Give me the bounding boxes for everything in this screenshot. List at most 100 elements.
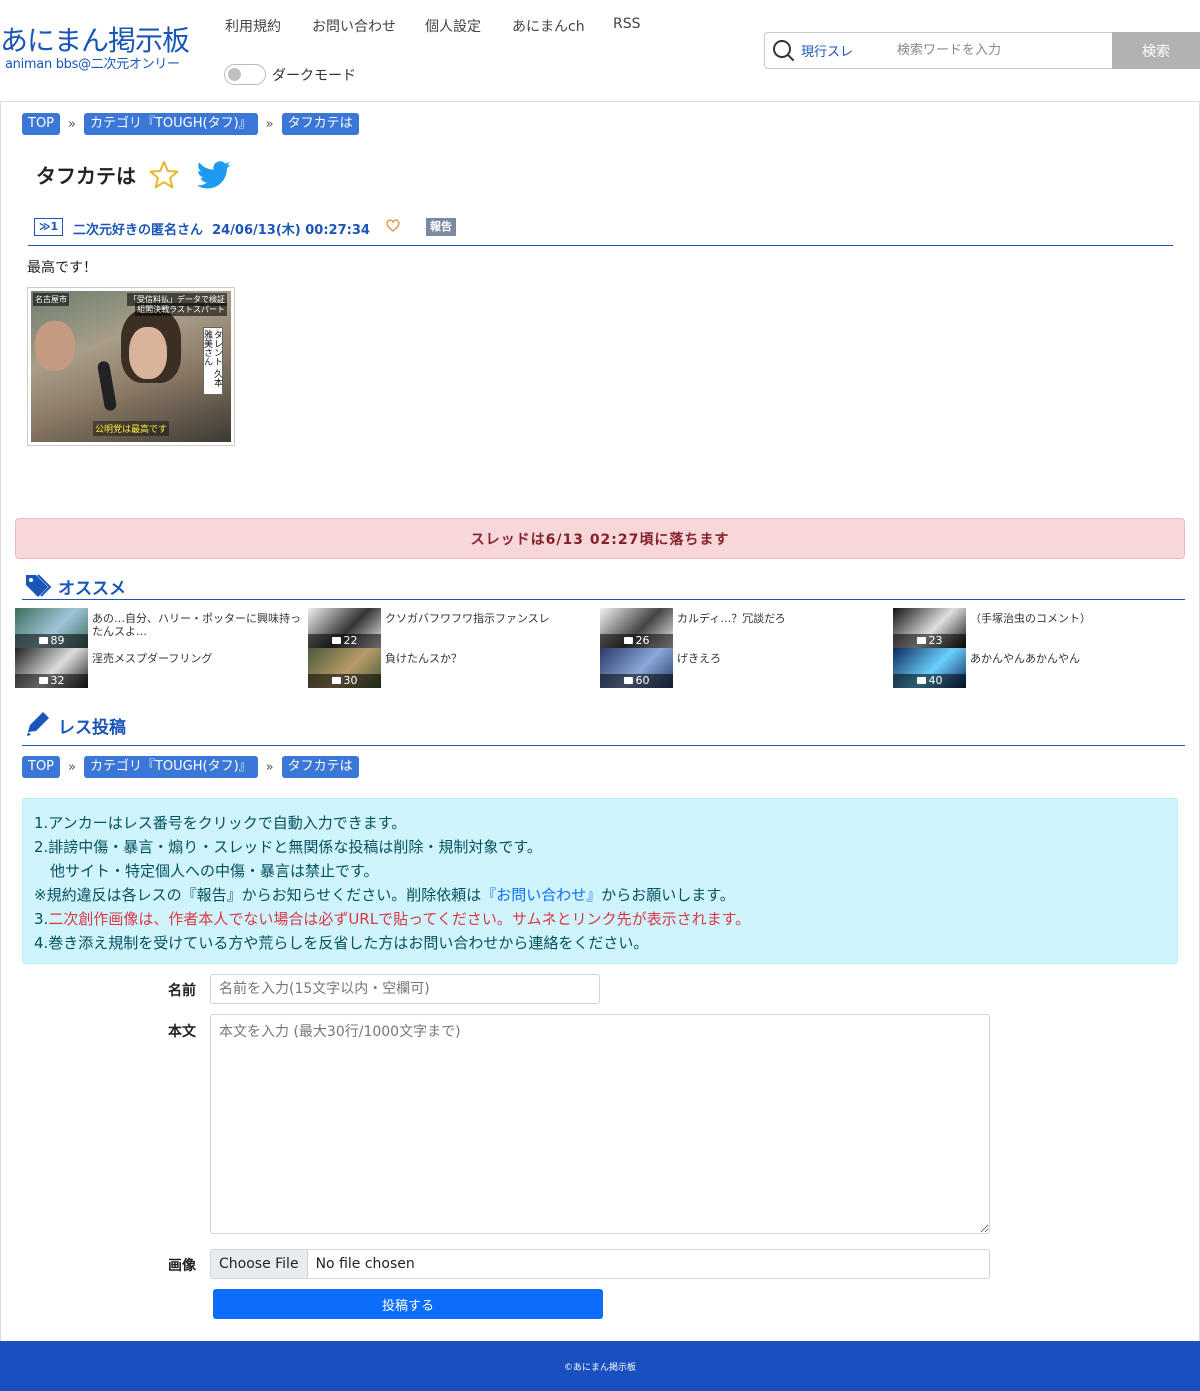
image-label: 画像 — [168, 1258, 196, 1274]
choose-file-button[interactable]: Choose File — [211, 1250, 308, 1278]
posting-rules: 1.アンカーはレス番号をクリックで自動入力できます。 2.誹謗中傷・暴言・煽り・… — [22, 798, 1178, 964]
image-file-input[interactable]: Choose File No file chosen — [210, 1249, 990, 1279]
reply-count: 23 — [893, 634, 966, 648]
post-body: 最高です！ — [27, 260, 97, 276]
reply-count: 26 — [600, 634, 673, 648]
recommend-title[interactable]: げきえろ — [677, 652, 887, 665]
nav-terms-link[interactable]: 利用規約 — [225, 16, 281, 36]
favorite-star-icon[interactable] — [148, 159, 180, 191]
image-microphone — [96, 360, 118, 412]
search-bar: 現行スレ 検索 — [764, 32, 1200, 69]
image-person-face — [129, 327, 167, 379]
rule-3: 3.二次創作画像は、作者本人でない場合は必ずURLで貼ってください。サムネとリン… — [34, 907, 1166, 931]
post-header: ≫1 二次元好きの匿名さん 24/06/13(木) 00:27:34 報告 — [28, 215, 1173, 246]
recommend-heading: オススメ — [58, 579, 126, 599]
breadcrumb-thread[interactable]: タフカテは — [281, 756, 359, 778]
rule-report: ※規約違反は各レスの『報告』からお知らせください。削除依頼は『お問い合わせ』から… — [34, 883, 1166, 907]
contact-link[interactable]: 『お問い合わせ』 — [481, 886, 601, 904]
nav-settings-link[interactable]: 個人設定 — [425, 16, 481, 36]
site-subtitle: animan bbs@二次元オンリー — [5, 57, 180, 72]
post-image-content: 名古屋市 「受信料払」データで検証 組閣決戦ラストスパート タレント 久本雅美さ… — [31, 291, 231, 442]
post-image[interactable]: 名古屋市 「受信料払」データで検証 組閣決戦ラストスパート タレント 久本雅美さ… — [27, 287, 235, 446]
rule-3-number: 3. — [34, 910, 49, 928]
name-field[interactable] — [210, 974, 600, 1004]
submit-button[interactable]: 投稿する — [213, 1289, 603, 1319]
post-meta: 二次元好きの匿名さん 24/06/13(木) 00:27:34 — [73, 219, 370, 238]
recommend-title[interactable]: あかんやんあかんやん — [970, 652, 1180, 665]
breadcrumb: TOP » カテゴリ『TOUGH(タフ)』 » タフカテは — [22, 113, 359, 135]
recommend-thumbnail[interactable]: 32 — [15, 648, 88, 688]
image-name-plate: タレント 久本雅美さん — [202, 327, 223, 395]
image-top-text-2: 組閣決戦ラストスパート — [135, 303, 227, 316]
recommend-thumbnail[interactable]: 23 — [893, 608, 966, 648]
recommend-thumbnail[interactable]: 60 — [600, 648, 673, 688]
page-title: タフカテは — [36, 164, 136, 188]
recommend-title[interactable]: クソガバフワフワ指示ファンスレ — [385, 612, 595, 625]
twitter-share-icon[interactable] — [196, 158, 232, 192]
nav-animanch-link[interactable]: あにまんch — [512, 16, 585, 36]
search-icon — [771, 33, 801, 68]
recommend-item[interactable]: 26 カルディ…？冗談だろ — [600, 608, 890, 648]
recommend-item[interactable]: 32 淫売メスプダーフリング — [15, 648, 305, 688]
reply-count: 30 — [308, 674, 381, 688]
footer: ©あにまん掲示板 — [0, 1341, 1200, 1391]
breadcrumb-category[interactable]: カテゴリ『TOUGH(タフ)』 — [83, 113, 258, 135]
search-input[interactable] — [897, 34, 1109, 67]
res-number: 1 — [50, 220, 59, 233]
reply-count: 60 — [600, 674, 673, 688]
rule-2: 2.誹謗中傷・暴言・煽り・スレッドと無関係な投稿は削除・規制対象です。 — [34, 838, 542, 856]
image-caption: 公明党は最高です — [93, 421, 170, 436]
rule-4: 4.巻き添え規制を受けている方や荒らしを反省した方はお問い合わせから連絡をくださ… — [34, 934, 649, 952]
reply-count: 22 — [308, 634, 381, 648]
poster-name: 二次元好きの匿名さん — [73, 223, 204, 238]
breadcrumb-bottom: TOP » カテゴリ『TOUGH(タフ)』 » タフカテは — [22, 756, 359, 778]
recommend-title[interactable]: 淫売メスプダーフリング — [92, 652, 302, 665]
recommend-thumbnail[interactable]: 40 — [893, 648, 966, 688]
recommend-thumbnail[interactable]: 30 — [308, 648, 381, 688]
dark-mode-toggle[interactable] — [224, 64, 266, 85]
post-date: 24/06/13(木) 00:27:34 — [212, 223, 370, 238]
recommend-title[interactable]: カルディ…？冗談だろ — [677, 612, 887, 625]
recommend-item[interactable]: 30 負けたんスか？ — [308, 648, 598, 688]
reply-heading: レス投稿 — [58, 718, 126, 738]
reply-count: 89 — [15, 634, 88, 648]
nav-contact-link[interactable]: お問い合わせ — [312, 16, 396, 36]
breadcrumb-thread[interactable]: タフカテは — [281, 113, 359, 135]
search-scope-select[interactable]: 現行スレ — [801, 41, 897, 60]
dark-mode-label: ダークモード — [272, 67, 356, 84]
image-corner-text: 名古屋市 — [33, 293, 69, 306]
breadcrumb-separator: » — [265, 116, 274, 132]
recommend-item[interactable]: 22 クソガバフワフワ指示ファンスレ — [308, 608, 598, 648]
breadcrumb-top[interactable]: TOP — [22, 756, 61, 778]
search-button[interactable]: 検索 — [1112, 32, 1200, 69]
rule-3-text: 二次創作画像は、作者本人でない場合は必ずURLで貼ってください。サムネとリンク先… — [48, 910, 751, 928]
breadcrumb-separator: » — [68, 759, 76, 775]
recommend-thumbnail[interactable]: 26 — [600, 608, 673, 648]
rule-1: 1.アンカーはレス番号をクリックで自動入力できます。 — [34, 814, 407, 832]
recommend-title[interactable]: （手塚治虫のコメント） — [970, 612, 1180, 625]
recommend-item[interactable]: 60 げきえろ — [600, 648, 890, 688]
breadcrumb-category[interactable]: カテゴリ『TOUGH(タフ)』 — [83, 756, 258, 778]
recommend-header: オススメ — [22, 572, 1185, 600]
report-button[interactable]: 報告 — [426, 218, 456, 236]
recommend-title[interactable]: 負けたんスか？ — [385, 652, 595, 665]
res-number-button[interactable]: ≫1 — [34, 218, 64, 236]
recommend-item[interactable]: 23 （手塚治虫のコメント） — [893, 608, 1183, 648]
recommend-item[interactable]: 40 あかんやんあかんやん — [893, 648, 1183, 688]
like-heart-icon[interactable] — [385, 217, 401, 233]
recommend-thumbnail[interactable]: 89 — [15, 608, 88, 648]
name-label: 名前 — [168, 983, 196, 999]
recommend-title[interactable]: あの…自分、ハリー・ポッターに興味持ったんスよ… — [92, 612, 302, 638]
nav-rss-link[interactable]: RSS — [613, 16, 641, 32]
rule-report-text-b: からお願いします。 — [601, 886, 735, 904]
recommend-item[interactable]: 89 あの…自分、ハリー・ポッターに興味持ったんスよ… — [15, 608, 305, 648]
reply-count: 40 — [893, 674, 966, 688]
breadcrumb-top[interactable]: TOP — [22, 113, 61, 135]
site-title[interactable]: あにまん掲示板 — [0, 24, 205, 58]
copyright: ©あにまん掲示板 — [563, 1362, 636, 1373]
body-textarea[interactable] — [210, 1014, 990, 1234]
thread-expire-notice: スレッドは6/13 02:27頃に落ちます — [15, 518, 1185, 559]
site-logo[interactable]: あにまん掲示板 animan bbs@二次元オンリー — [0, 24, 205, 72]
pencil-icon — [27, 712, 49, 736]
recommend-thumbnail[interactable]: 22 — [308, 608, 381, 648]
